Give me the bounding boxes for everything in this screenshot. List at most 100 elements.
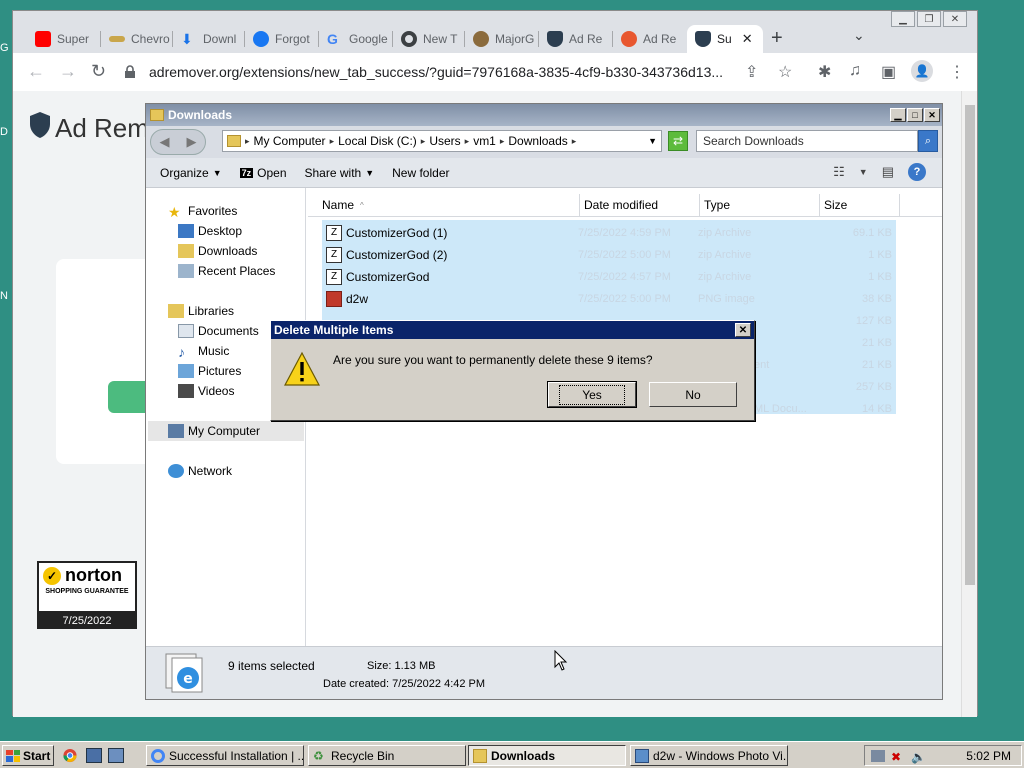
table-row[interactable]: d2w 7/25/2022 5:00 PM PNG image 38 KB [322,288,892,310]
multiple-files-icon: e [165,653,203,693]
new-folder-button[interactable]: New folder [392,166,449,180]
nav-recent-places[interactable]: Recent Places [178,264,275,278]
column-type[interactable]: Type [700,194,820,216]
clock[interactable]: 5:02 PM [966,749,1011,763]
tab-4[interactable]: G Google [319,25,393,53]
chrome-icon[interactable] [62,748,78,763]
file-type: PNG image [698,293,755,305]
action-center-icon[interactable]: ✖ [891,750,905,764]
explorer-quicklaunch-icon[interactable] [108,748,124,763]
close-icon[interactable]: ✕ [943,11,967,27]
page-scrollbar[interactable] [961,91,977,717]
tab-1[interactable]: Chevro [101,25,173,53]
file-type: ML Docu... [754,403,807,415]
taskbar-item-photo-viewer[interactable]: d2w - Windows Photo Vi... [630,745,788,766]
column-size[interactable]: Size [820,194,900,216]
nav-my-computer[interactable]: My Computer [168,424,260,438]
tab-8[interactable]: Ad Re [613,25,687,53]
chevron-down-icon[interactable]: ▼ [648,136,657,146]
breadcrumb-item[interactable]: Users [429,134,460,148]
pictures-icon [178,364,194,378]
nav-pictures[interactable]: Pictures [178,364,241,378]
tab-strip: Super Chevro ⬇ Downl Forgot G Google New… [13,11,977,53]
taskbar-item-recycle-bin[interactable]: ♻ Recycle Bin [308,745,466,766]
restore-icon[interactable]: ❐ [917,11,941,27]
side-panel-icon[interactable]: ▣ [881,62,896,82]
nav-downloads[interactable]: Downloads [178,244,257,258]
column-name[interactable]: Name ^ [308,194,580,216]
table-row[interactable]: Z CustomizerGod (2) 7/25/2022 5:00 PM zi… [322,244,892,266]
nav-favorites[interactable]: ★ Favorites [168,204,237,220]
minimize-icon[interactable]: ▁ [890,108,906,122]
network-tray-icon[interactable] [871,749,885,762]
norton-badge[interactable]: ✓ norton SHOPPING GUARANTEE 7/25/2022 [37,561,137,629]
nav-music[interactable]: ♪ Music [178,344,229,360]
nav-documents[interactable]: Documents [178,324,259,338]
refresh-icon[interactable]: ⇄ [668,131,688,151]
minimize-icon[interactable]: ▁ [891,11,915,27]
tab-search-icon[interactable]: ⌄ [853,27,865,44]
explorer-address-bar[interactable]: ▸ My Computer ▸ Local Disk (C:) ▸ Users ▸ v… [222,130,662,152]
chevron-down-icon[interactable]: ▼ [859,167,868,177]
preview-pane-icon[interactable]: ▤ [882,164,894,180]
share-icon[interactable]: ⇪ [745,62,758,82]
organize-button[interactable]: Organize ▼ [160,166,222,180]
tab-3[interactable]: Forgot [245,25,319,53]
taskbar-item-downloads[interactable]: Downloads [468,745,626,766]
address-bar[interactable]: adremover.org/extensions/new_tab_success… [123,58,788,86]
search-input[interactable]: Search Downloads [696,130,918,152]
extensions-puzzle-icon[interactable]: ✱ [818,62,831,82]
breadcrumb-item[interactable]: Local Disk (C:) [338,134,417,148]
forward-arrow-icon[interactable]: ▶ [187,134,197,150]
warning-icon [284,351,320,386]
menu-kebab-icon[interactable]: ⋮ [949,62,965,82]
close-tab-icon[interactable]: ✕ [742,31,753,47]
reload-icon[interactable]: ↻ [91,61,106,82]
open-button[interactable]: 7z Open [239,166,287,180]
profile-avatar-icon[interactable]: 👤 [911,60,933,82]
share-with-button[interactable]: Share with ▼ [305,166,375,180]
dialog-message: Are you sure you want to permanently del… [333,353,653,367]
back-arrow-icon[interactable]: ◀ [160,134,170,150]
close-icon[interactable]: ✕ [735,323,751,337]
nav-desktop[interactable]: Desktop [178,224,242,238]
help-icon[interactable]: ? [908,163,926,181]
new-tab-button[interactable]: + [771,27,783,50]
tab-7[interactable]: Ad Re [539,25,613,53]
start-button[interactable]: Start [2,745,54,766]
media-control-icon[interactable]: ♫ [849,62,861,80]
back-arrow-icon[interactable]: ← [27,61,45,82]
tab-6[interactable]: MajorG [465,25,539,53]
tab-2[interactable]: ⬇ Downl [173,25,245,53]
nav-libraries[interactable]: Libraries [168,304,234,318]
tab-0[interactable]: Super [27,25,101,53]
search-icon[interactable]: ⌕ [918,130,938,152]
yes-button[interactable]: Yes [547,381,637,408]
taskbar-item-chrome[interactable]: Successful Installation | ... [146,745,304,766]
back-forward-buttons[interactable]: ◀ ▶ [150,129,206,155]
table-row[interactable]: Z CustomizerGod (1) 7/25/2022 4:59 PM zi… [322,222,892,244]
dialog-titlebar[interactable]: Delete Multiple Items [271,321,754,339]
mouse-cursor-icon [554,650,568,671]
show-desktop-icon[interactable] [86,748,102,763]
forward-arrow-icon[interactable]: → [59,61,77,82]
desktop-icon [178,224,194,238]
explorer-titlebar[interactable]: Downloads ▁ □ ✕ [146,104,942,126]
tab-active[interactable]: Su ✕ [687,25,763,53]
tab-label: Google [349,32,388,46]
maximize-icon[interactable]: □ [907,108,923,122]
desktop-icon-fragment: N [0,290,8,302]
nav-videos[interactable]: Videos [178,384,234,398]
breadcrumb-item[interactable]: My Computer [254,134,326,148]
view-options-icon[interactable]: ☷ [833,164,845,180]
tab-5[interactable]: New T [393,25,465,53]
no-button[interactable]: No [649,382,737,407]
breadcrumb-item[interactable]: vm1 [473,134,496,148]
volume-icon[interactable]: 🔈 [911,750,926,764]
breadcrumb-item[interactable]: Downloads [508,134,567,148]
table-row[interactable]: Z CustomizerGod 7/25/2022 4:57 PM zip Ar… [322,266,892,288]
column-date-modified[interactable]: Date modified [580,194,700,216]
nav-network[interactable]: Network [168,464,232,478]
close-icon[interactable]: ✕ [924,108,940,122]
bookmark-star-icon[interactable]: ☆ [778,62,792,82]
